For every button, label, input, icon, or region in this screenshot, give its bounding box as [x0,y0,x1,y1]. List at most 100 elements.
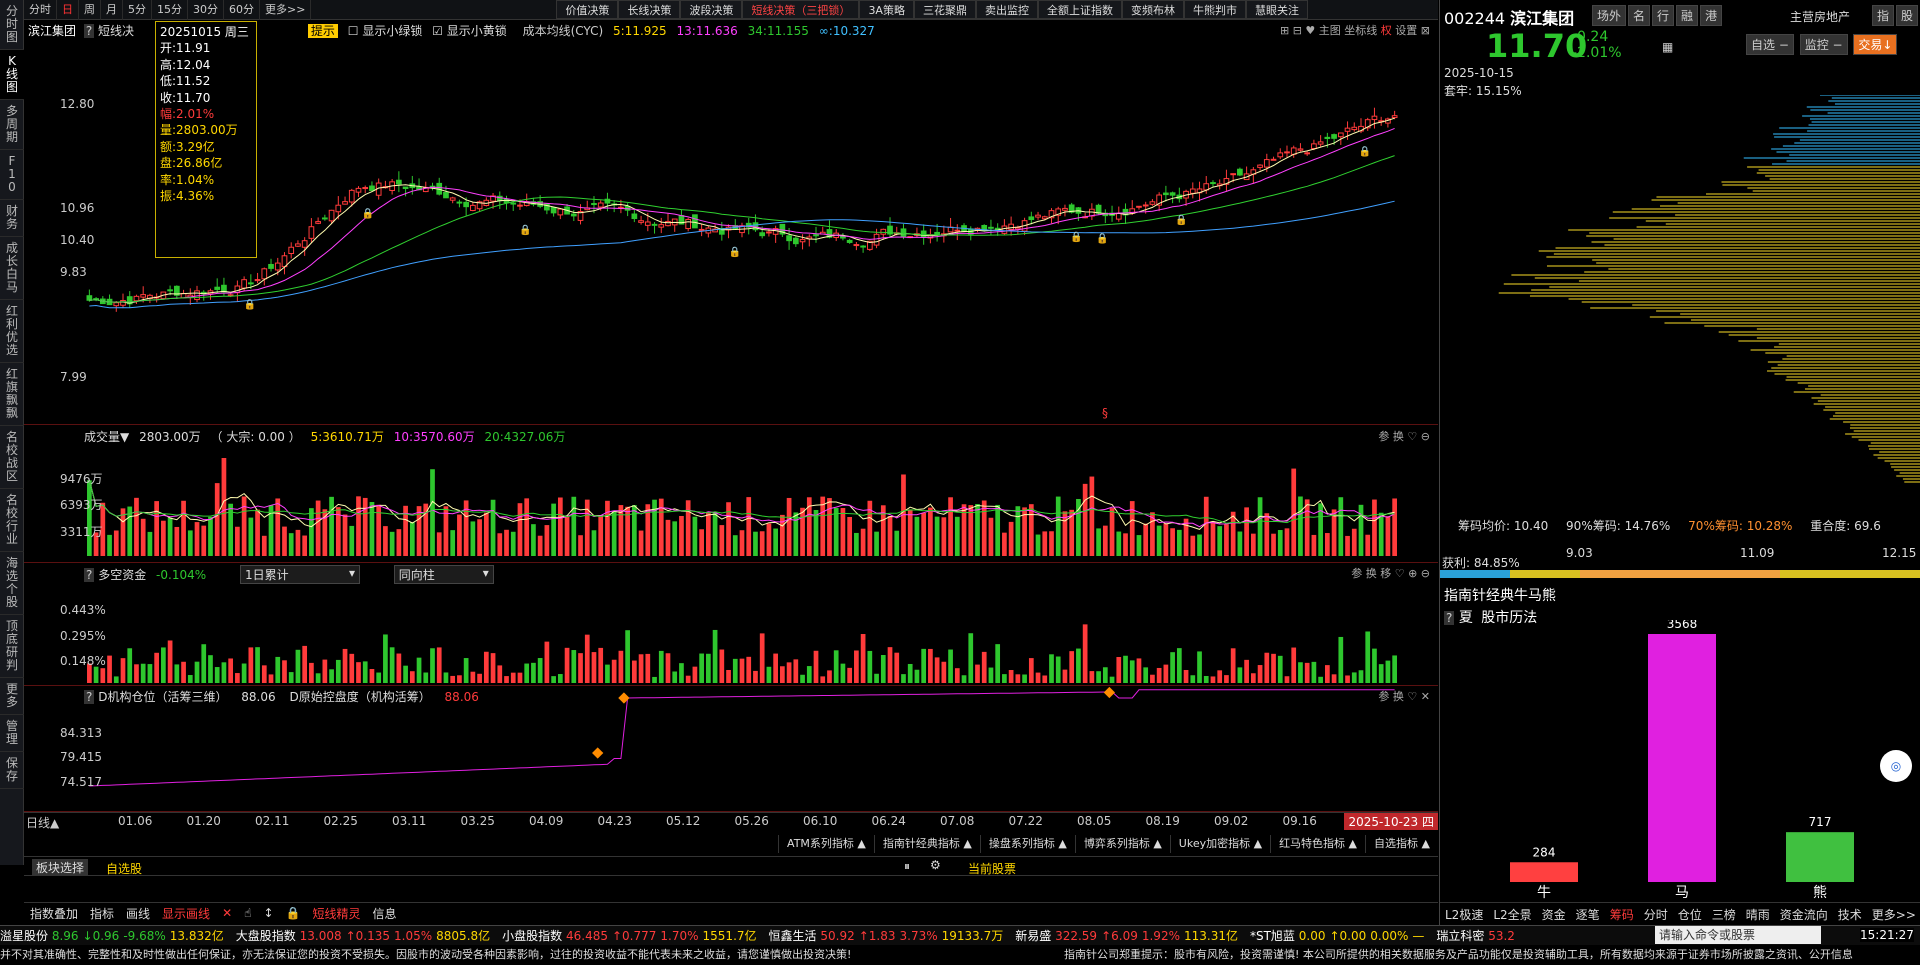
left-nav-item[interactable]: 管理 [0,715,24,752]
current-stock-tab[interactable]: 当前股票 [968,860,1016,877]
bottom-tool[interactable]: 🔒 [280,906,307,920]
left-nav-item[interactable]: 红旗飘飘 [0,363,24,426]
ticker-item[interactable]: 大盘股指数 13.008 ↑0.135 1.05% 8805.8亿 [236,927,490,944]
indicator-tab[interactable]: 红马特色指标 ▲ [1270,835,1365,853]
side-tab[interactable]: 更多>> [1867,906,1920,923]
strategy-tab[interactable]: 短线决策（三把锁） [742,0,860,19]
period-tab[interactable]: 15分 [152,0,188,20]
strategy-tab[interactable]: 全额上证指数 [1037,0,1122,19]
index-button[interactable]: 指 [1872,5,1895,26]
period-tab[interactable]: 60分 [224,0,260,20]
bottom-tool[interactable]: ✕ [216,906,238,920]
side-tab[interactable]: 仓位 [1673,906,1707,923]
indicator-tab[interactable]: 自选指标 ▲ [1365,835,1438,853]
command-input[interactable]: 请输入命令或股票 [1655,926,1821,944]
left-nav-item[interactable]: 红利优选 [0,300,24,363]
monitor-button[interactable]: 监控 − [1799,34,1848,55]
stock-button[interactable]: 股 [1896,5,1919,26]
left-nav-item[interactable]: 名校战区 [0,426,24,489]
left-nav-item[interactable]: 成长白马 [0,237,24,300]
duokong-panel[interactable]: ? 多空资金 -0.104% 1日累计 ▾ 同向柱 ▾ 参 换 移 ♡ ⊕ ⊖ … [24,563,1438,686]
watchlist-tab[interactable]: 自选股 [106,860,142,877]
side-tab[interactable]: 逐笔 [1571,906,1605,923]
indicator-tab[interactable]: 指南针经典指标 ▲ [873,835,980,853]
side-tab[interactable]: 三榜 [1707,906,1741,923]
bottom-tool[interactable]: 指标 [84,905,120,922]
period-tab[interactable]: 5分 [123,0,152,20]
strategy-tab[interactable]: 慧眼关注 [1245,0,1308,19]
strategy-tab[interactable]: 卖出监控 [975,0,1038,19]
left-nav-item[interactable]: 名校行业 [0,489,24,552]
side-tab[interactable]: 技术 [1833,906,1867,923]
side-tab[interactable]: L2极速 [1440,906,1488,923]
period-tab[interactable]: 月 [101,0,123,20]
period-tab[interactable]: 分时 [24,0,57,20]
side-tab[interactable]: L2全景 [1488,906,1536,923]
strategy-tab[interactable]: 波段决策 [680,0,743,19]
side-tab[interactable]: 晴雨 [1741,906,1775,923]
left-nav-item[interactable]: 财务 [0,200,24,237]
duokong-bar [161,647,166,683]
ticker-item[interactable]: *ST旭蓝 0.00 ↑0.00 0.00% — [1250,927,1424,944]
strategy-tab[interactable]: 长线决策 [618,0,681,19]
strategy-tab[interactable]: 价值决策 [556,0,619,19]
left-nav-item[interactable]: 海选个股 [0,552,24,615]
block-select[interactable]: 板块选择 [32,859,89,876]
strategy-tab[interactable]: 三花聚鼎 [913,0,976,19]
side-tab[interactable]: 资金流向 [1775,906,1833,923]
indicator-tab[interactable]: 操盘系列指标 ▲ [979,835,1075,853]
strategy-tab[interactable]: 牛熊判市 [1183,0,1246,19]
stock-tag[interactable]: 名 [1628,5,1651,26]
indicator-tab[interactable]: 博弈系列指标 ▲ [1074,835,1170,853]
period-tab[interactable]: 更多>> [260,0,312,20]
indicator-tab[interactable]: Ukey加密指标 ▲ [1169,835,1270,853]
side-tab[interactable]: 资金 [1537,906,1571,923]
stock-tag[interactable]: 融 [1676,5,1699,26]
jigou-panel[interactable]: ? D机构仓位（活筹三维） 88.06 D原始控盘度（机构活筹） 88.06 参… [24,686,1438,812]
volume-panel[interactable]: 成交量▼ 2803.00万 （ 大宗: 0.00 ） 5:3610.71万 10… [24,426,1438,563]
ticker-item[interactable]: 小盘股指数 46.485 ↑0.777 1.70% 1551.7亿 [502,927,756,944]
stock-tag[interactable]: 行 [1652,5,1675,26]
settings-icon[interactable]: ⚙ [930,858,941,872]
assistant-icon[interactable]: ◎ [1880,750,1912,782]
volume-bar [288,533,294,556]
bottom-tool[interactable]: 画线 [120,905,156,922]
period-tab[interactable]: 日 [57,0,79,20]
left-nav-item[interactable]: 保存 [0,752,24,789]
left-nav-item[interactable]: 多周期 [0,100,24,150]
stock-tag[interactable]: 港 [1700,5,1723,26]
strategy-tab[interactable]: 3A策略 [859,0,914,19]
left-nav-item[interactable]: F10 [0,150,24,200]
stock-tag[interactable]: 场外 [1592,5,1627,26]
add-watch-button[interactable]: 自选 − [1746,34,1794,55]
candle-body [342,201,348,205]
left-nav-item[interactable]: K线图 [0,50,24,100]
strategy-tab[interactable]: 变频布林 [1121,0,1184,19]
period-tab[interactable]: 30分 [188,0,224,20]
bottom-tool[interactable]: 信息 [366,905,402,922]
indicator-tab[interactable]: ATM系列指标 ▲ [778,835,874,853]
ticker-item[interactable]: 恒鑫生活 50.92 ↑1.83 3.73% 19133.7万 [769,927,1004,944]
period-tab[interactable]: 周 [79,0,101,20]
ticker-item[interactable]: 新易盛 322.59 ↑6.09 1.92% 113.31亿 [1015,927,1238,944]
duokong-bar [457,675,462,683]
left-nav-item[interactable]: 更多 [0,678,24,715]
bottom-tool[interactable]: ☝ [238,906,257,920]
bottom-tool[interactable]: 短线精灵 [306,905,366,922]
duokong-bar [221,662,227,683]
bottom-tool[interactable]: ↕ [257,906,279,920]
side-tab[interactable]: 分时 [1639,906,1673,923]
duokong-bar [1183,669,1189,683]
volume-bar [450,530,456,556]
ticker-item[interactable]: 瑞立科密 53.2 [1436,927,1527,944]
dateline-label[interactable]: 日线▲ [26,814,59,831]
left-nav-item[interactable]: 分时图 [0,0,24,50]
ticker-item[interactable]: 溢星股份 8.96 ↓0.96 -9.68% 13.832亿 [0,927,224,944]
calculator-icon[interactable]: ▦ [1662,40,1673,54]
left-nav-item[interactable]: 顶底研判 [0,615,24,678]
pause-icon[interactable]: ⏸ [904,859,910,874]
trade-button[interactable]: 交易↓ [1853,34,1898,55]
bottom-tool[interactable]: 指数叠加 [24,905,84,922]
side-tab[interactable]: 筹码 [1605,906,1639,923]
bottom-tool[interactable]: 显示画线 [156,905,216,922]
